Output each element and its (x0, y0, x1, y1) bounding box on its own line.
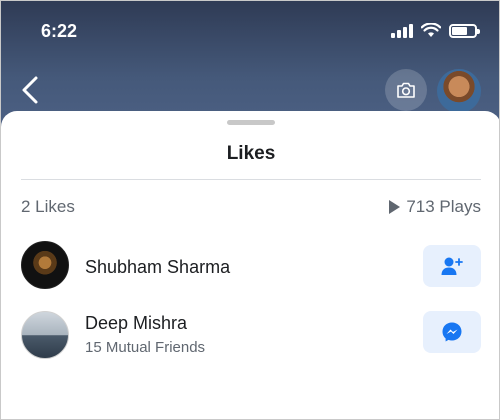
list-item[interactable]: Deep Mishra 15 Mutual Friends (1, 307, 499, 367)
mutual-friends: 15 Mutual Friends (85, 339, 206, 356)
avatar[interactable] (21, 311, 69, 359)
messenger-icon (442, 322, 462, 342)
sheet-grabber[interactable] (227, 120, 275, 125)
sheet-title: Likes (226, 143, 276, 164)
chevron-left-icon[interactable] (19, 75, 41, 105)
likes-count: 2 Likes (21, 197, 75, 216)
screen: 6:22 Likes 2 Likes 713 Plays Shubham Sha… (0, 0, 500, 420)
message-button[interactable] (423, 311, 481, 353)
divider (21, 179, 481, 180)
camera-button[interactable] (385, 69, 427, 111)
battery-icon (449, 23, 480, 38)
add-friend-icon (441, 257, 463, 275)
camera-icon (397, 82, 415, 98)
list-item[interactable]: Shubham Sharma (1, 237, 499, 297)
add-friend-button[interactable] (423, 245, 481, 287)
profile-avatar[interactable] (437, 69, 481, 113)
person-name[interactable]: Deep Mishra (85, 313, 187, 334)
person-name[interactable]: Shubham Sharma (85, 257, 230, 278)
cellular-signal-icon (391, 23, 413, 38)
avatar[interactable] (21, 241, 69, 289)
status-icons (391, 23, 480, 38)
plays-label: 713 Plays (406, 197, 481, 216)
play-icon (389, 200, 401, 214)
likes-sheet: Likes 2 Likes 713 Plays Shubham Sharma D… (1, 111, 499, 419)
plays-count: 713 Plays (389, 197, 481, 217)
status-time: 6:22 (41, 21, 78, 41)
wifi-icon (421, 23, 441, 37)
